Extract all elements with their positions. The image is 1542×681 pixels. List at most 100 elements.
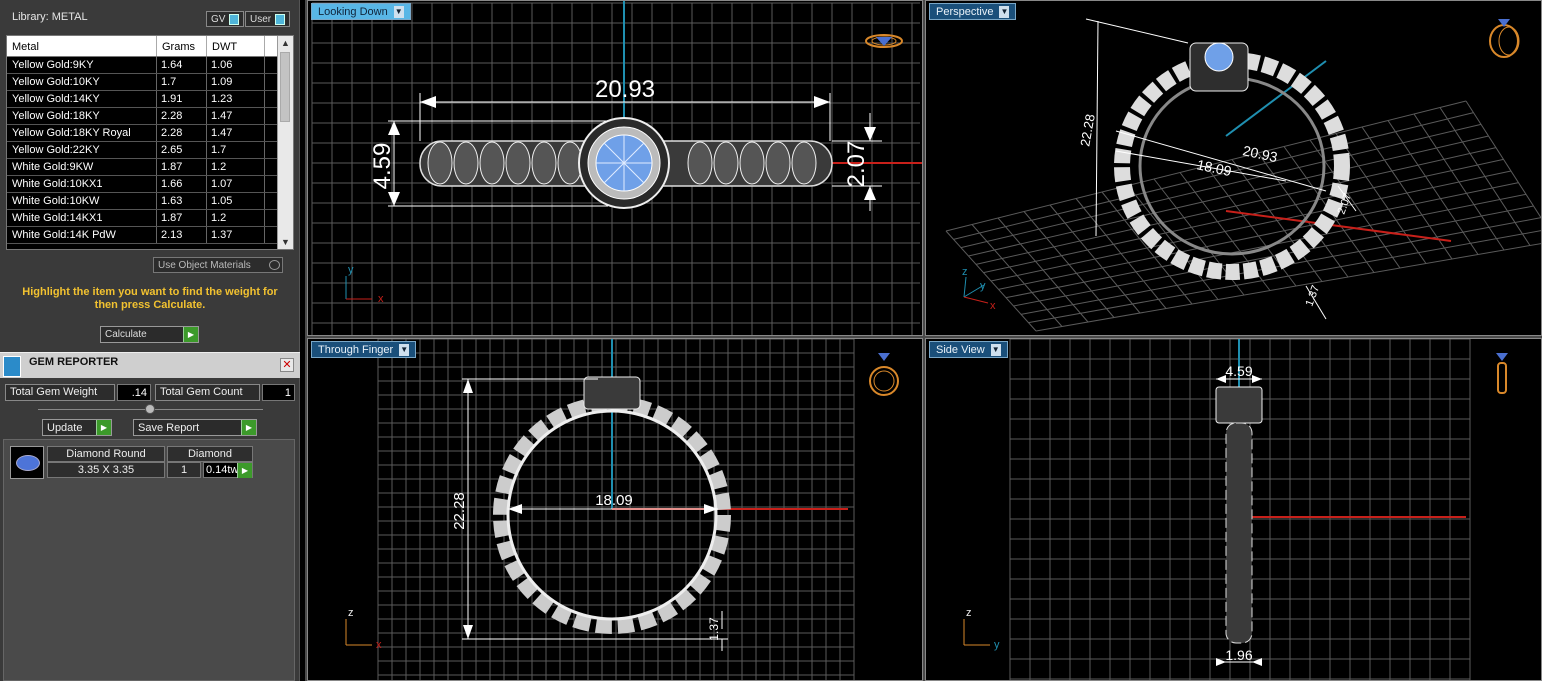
radio-icon[interactable]	[269, 260, 280, 270]
gem-weight-select[interactable]: 0.14tw ▶	[203, 462, 253, 478]
metal-cell: White Gold:14KX1	[7, 210, 157, 226]
gem-count: 1	[167, 462, 201, 478]
table-row[interactable]: Yellow Gold:14KY 1.91 1.23	[7, 91, 293, 108]
axis-indicator: z y x	[962, 266, 996, 312]
library-header: Library: METAL GV User	[0, 0, 300, 34]
metal-cell: White Gold:10KW	[7, 193, 157, 209]
close-icon[interactable]: ✕	[280, 358, 294, 372]
metal-cell: White Gold:9KW	[7, 159, 157, 175]
scroll-thumb[interactable]	[280, 52, 290, 122]
ring-top-view	[419, 117, 833, 209]
chevron-down-icon[interactable]: ▼	[393, 6, 404, 19]
table-row[interactable]: Yellow Gold:10KY 1.7 1.09	[7, 74, 293, 91]
dwt-cell: 1.05	[207, 193, 265, 209]
axis-indicator: z x	[345, 607, 382, 651]
play-icon[interactable]: ▶	[96, 420, 111, 435]
viewport-perspective[interactable]: 22.28 20.93 18.09 2.07 1.37 z y x Perspe…	[925, 0, 1542, 336]
table-row[interactable]: Yellow Gold:18KY Royal 2.28 1.47	[7, 125, 293, 142]
viewport-label-looking-down[interactable]: Looking Down ▼	[311, 3, 411, 20]
metal-table-scrollbar[interactable]: ▲ ▼	[277, 36, 293, 249]
axis-label-z: z	[962, 266, 968, 278]
app-window: Library: METAL GV User Metal Grams DWT Y…	[0, 0, 1542, 681]
user-toggle-label: User	[250, 14, 272, 25]
viewport-label-through-finger[interactable]: Through Finger ▼	[311, 341, 417, 358]
looking-down-canvas[interactable]: 20.93 4.59 2.07 y x	[308, 1, 923, 336]
grams-cell: 1.63	[157, 193, 207, 209]
table-row[interactable]: White Gold:14KX1 1.87 1.2	[7, 210, 293, 227]
use-object-materials-toggle[interactable]: Use Object Materials	[153, 257, 283, 273]
dim-diameter-label: 18.09	[595, 492, 633, 509]
dwt-cell: 1.7	[207, 142, 265, 158]
user-toggle[interactable]: User	[245, 11, 291, 27]
table-row[interactable]: White Gold:10KW 1.63 1.05	[7, 193, 293, 210]
axis-label-y: y	[994, 639, 1000, 651]
viewport-label-perspective[interactable]: Perspective ▼	[929, 3, 1017, 20]
metal-table[interactable]: Metal Grams DWT Yellow Gold:9KY 1.64 1.06 Y…	[6, 35, 294, 250]
axis-label-z: z	[348, 607, 354, 619]
axis-label-x: x	[378, 293, 384, 305]
viewports-area: 20.93 4.59 2.07 y x Looking Down ▼ 22.28…	[305, 0, 1542, 681]
through-finger-canvas[interactable]: 18.09 22.28 1.37 z x	[308, 339, 923, 681]
chevron-down-icon[interactable]: ▼	[990, 344, 1001, 357]
dim-height-label: 22.28	[451, 492, 468, 530]
metal-table-header: Metal Grams DWT	[7, 36, 293, 57]
table-row[interactable]: Yellow Gold:18KY 2.28 1.47	[7, 108, 293, 125]
play-icon[interactable]: ▶	[237, 463, 252, 478]
play-icon[interactable]: ▶	[183, 327, 198, 342]
gem-slider-handle[interactable]	[145, 404, 155, 414]
metal-cell: Yellow Gold:18KY Royal	[7, 125, 157, 141]
table-row[interactable]: Yellow Gold:9KY 1.64 1.06	[7, 57, 293, 74]
grams-cell: 2.13	[157, 227, 207, 243]
save-report-label: Save Report	[138, 422, 200, 434]
perspective-grid	[945, 100, 1541, 332]
left-panel: Library: METAL GV User Metal Grams DWT Y…	[0, 0, 300, 681]
viewport-label-text: Looking Down	[318, 6, 388, 18]
viewport-looking-down[interactable]: 20.93 4.59 2.07 y x Looking Down ▼	[307, 0, 923, 336]
scroll-down-icon[interactable]: ▼	[278, 235, 293, 249]
chevron-down-icon[interactable]: ▼	[399, 344, 410, 357]
update-button[interactable]: Update ▶	[42, 419, 112, 436]
gv-toggle[interactable]: GV	[206, 11, 245, 27]
chevron-down-icon[interactable]: ▼	[999, 6, 1010, 19]
grams-cell: 2.28	[157, 108, 207, 124]
dwt-cell: 1.47	[207, 125, 265, 141]
axis-indicator: z y	[963, 607, 1000, 651]
dwt-cell: 1.37	[207, 227, 265, 243]
side-view-canvas[interactable]: 4.59 1.96 z y	[926, 339, 1542, 681]
gem-size: 3.35 X 3.35	[47, 462, 165, 478]
viewport-label-side-view[interactable]: Side View ▼	[929, 341, 1008, 358]
col-header-grams[interactable]: Grams	[157, 36, 207, 56]
dim-inner-label: 18.09	[1195, 156, 1233, 179]
metal-table-body: Yellow Gold:9KY 1.64 1.06 Yellow Gold:10KY 1…	[7, 57, 293, 244]
gem-weight-value: 0.14tw	[206, 464, 239, 476]
table-row[interactable]: White Gold:9KW 1.87 1.2	[7, 159, 293, 176]
calculate-button[interactable]: Calculate ▶	[100, 326, 199, 343]
dwt-cell: 1.23	[207, 91, 265, 107]
calculate-label: Calculate	[105, 329, 147, 340]
viewport-label-text: Side View	[936, 344, 985, 356]
axis-label-y: y	[348, 264, 354, 276]
axis-label-x: x	[376, 639, 382, 651]
metal-cell: Yellow Gold:18KY	[7, 108, 157, 124]
perspective-canvas[interactable]: 22.28 20.93 18.09 2.07 1.37 z y x	[926, 1, 1542, 336]
col-header-metal[interactable]: Metal	[7, 36, 157, 56]
viewport-side-view[interactable]: 4.59 1.96 z y Side View ▼	[925, 338, 1542, 681]
update-label: Update	[47, 422, 83, 434]
table-row[interactable]: White Gold:10KX1 1.66 1.07	[7, 176, 293, 193]
dwt-cell: 1.47	[207, 108, 265, 124]
save-report-button[interactable]: Save Report ▶	[133, 419, 257, 436]
table-row[interactable]: Yellow Gold:22KY 2.65 1.7	[7, 142, 293, 159]
user-toggle-checkbox[interactable]	[275, 14, 286, 25]
col-header-dwt[interactable]: DWT	[207, 36, 265, 56]
gv-toggle-checkbox[interactable]	[229, 14, 240, 25]
table-row[interactable]: White Gold:14K PdW 2.13 1.37	[7, 227, 293, 244]
gem-material: Diamond	[167, 446, 253, 462]
grams-cell: 1.7	[157, 74, 207, 90]
scroll-up-icon[interactable]: ▲	[278, 36, 293, 50]
use-object-materials-label: Use Object Materials	[158, 260, 251, 271]
grams-cell: 1.87	[157, 159, 207, 175]
gem-shape: Diamond Round	[47, 446, 165, 462]
total-gem-weight-label: Total Gem Weight	[5, 384, 115, 401]
viewport-through-finger[interactable]: 18.09 22.28 1.37 z x Through Finger ▼	[307, 338, 923, 681]
play-icon[interactable]: ▶	[241, 420, 256, 435]
